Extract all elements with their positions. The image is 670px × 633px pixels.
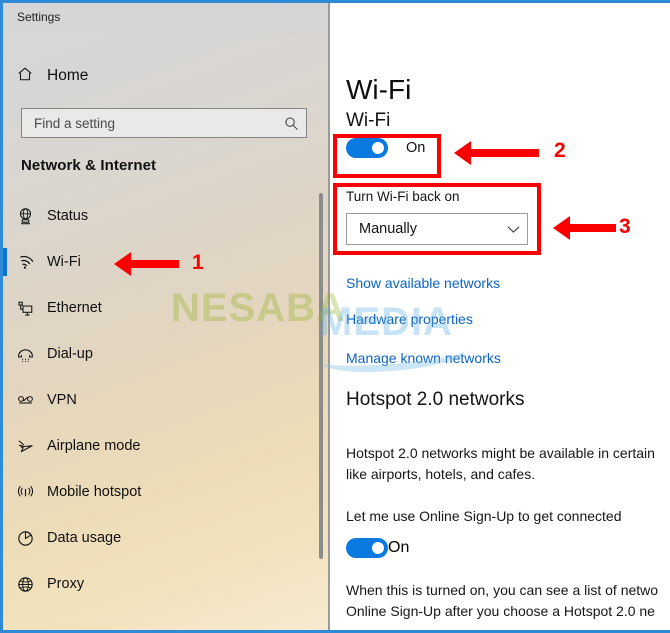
- sidebar-item-airplane-mode-label: Airplane mode: [47, 438, 141, 454]
- content-pane: Wi-Fi Wi-Fi On Turn Wi-Fi back on Manual…: [330, 3, 670, 630]
- data-usage-pie-icon: [3, 529, 47, 548]
- sidebar-item-home[interactable]: Home: [3, 58, 330, 94]
- settings-window: Settings Home Network & Internet: [0, 0, 670, 633]
- sidebar-nav-list: Status Wi-Fi Ethernet Dial-up VPN Airpla…: [3, 193, 330, 607]
- sidebar-scrollbar[interactable]: [319, 193, 323, 559]
- sidebar-item-proxy-label: Proxy: [47, 576, 85, 592]
- sidebar-item-status[interactable]: Status: [3, 193, 330, 239]
- search-input[interactable]: [22, 115, 276, 131]
- selection-accent: [3, 570, 7, 598]
- link-manage-known-networks[interactable]: Manage known networks: [346, 350, 501, 366]
- annotation-arrow-1: [114, 252, 179, 276]
- link-show-available-networks[interactable]: Show available networks: [346, 275, 500, 291]
- airplane-icon: [3, 437, 47, 456]
- proxy-globe-icon: [3, 575, 47, 594]
- annotation-number-1: 1: [192, 251, 204, 274]
- selection-accent: [3, 478, 7, 506]
- online-signup-toggle-state: On: [388, 539, 410, 556]
- sidebar-item-data-usage[interactable]: Data usage: [3, 515, 330, 561]
- hotspot-section-heading: Hotspot 2.0 networks: [346, 389, 525, 410]
- selection-accent: [3, 340, 7, 368]
- selection-accent: [3, 386, 7, 414]
- annotation-arrow-3: [553, 216, 616, 240]
- link-hardware-properties[interactable]: Hardware properties: [346, 311, 473, 327]
- annotation-number-3: 3: [619, 215, 631, 238]
- sidebar-item-dial-up-label: Dial-up: [47, 346, 93, 362]
- home-icon: [3, 65, 47, 88]
- sidebar-item-ethernet-label: Ethernet: [47, 300, 102, 316]
- sidebar-item-wifi-label: Wi-Fi: [47, 254, 81, 270]
- wifi-icon: [3, 252, 47, 272]
- annotation-arrow-2: [454, 141, 539, 165]
- sidebar-item-vpn[interactable]: VPN: [3, 377, 330, 423]
- online-signup-label: Let me use Online Sign-Up to get connect…: [346, 508, 622, 524]
- wifi-section-heading: Wi-Fi: [346, 110, 391, 131]
- hotspot-footnote: When this is turned on, you can see a li…: [346, 582, 659, 619]
- selection-accent: [3, 202, 7, 230]
- sidebar-item-vpn-label: VPN: [47, 392, 77, 408]
- hotspot-broadcast-icon: [3, 483, 47, 502]
- sidebar-item-home-label: Home: [47, 67, 89, 84]
- navigation-pane: Settings Home Network & Internet: [3, 3, 330, 630]
- annotation-number-2: 2: [554, 139, 566, 162]
- category-title: Network & Internet: [21, 157, 157, 174]
- hotspot-description: Hotspot 2.0 networks might be available …: [346, 445, 655, 482]
- sidebar-item-mobile-hotspot-label: Mobile hotspot: [47, 484, 142, 500]
- ethernet-icon: [3, 299, 47, 318]
- status-globe-monitor-icon: [3, 207, 47, 226]
- toggle-knob: [372, 542, 384, 554]
- sidebar-item-mobile-hotspot[interactable]: Mobile hotspot: [3, 469, 330, 515]
- sidebar-item-data-usage-label: Data usage: [47, 530, 122, 546]
- sidebar-item-ethernet[interactable]: Ethernet: [3, 285, 330, 331]
- page-title: Wi-Fi: [346, 73, 412, 105]
- selection-accent: [3, 432, 7, 460]
- selection-accent: [3, 524, 7, 552]
- annotation-box-wifi-toggle: [333, 134, 441, 178]
- window-title: Settings: [17, 10, 61, 24]
- title-bar: Settings: [3, 3, 330, 33]
- sidebar-item-dial-up[interactable]: Dial-up: [3, 331, 330, 377]
- sidebar-item-airplane-mode[interactable]: Airplane mode: [3, 423, 330, 469]
- selection-accent: [3, 294, 7, 322]
- sidebar-item-proxy[interactable]: Proxy: [3, 561, 330, 607]
- search-icon[interactable]: [276, 109, 306, 137]
- search-box[interactable]: [21, 108, 307, 138]
- sidebar-item-status-label: Status: [47, 208, 89, 224]
- dialup-phone-icon: [3, 345, 47, 364]
- online-signup-toggle[interactable]: [346, 538, 388, 558]
- online-signup-toggle-row: On: [346, 538, 409, 558]
- vpn-key-icon: [3, 391, 47, 410]
- selection-accent: [3, 248, 7, 276]
- annotation-box-turn-wifi-back-on: [333, 183, 541, 255]
